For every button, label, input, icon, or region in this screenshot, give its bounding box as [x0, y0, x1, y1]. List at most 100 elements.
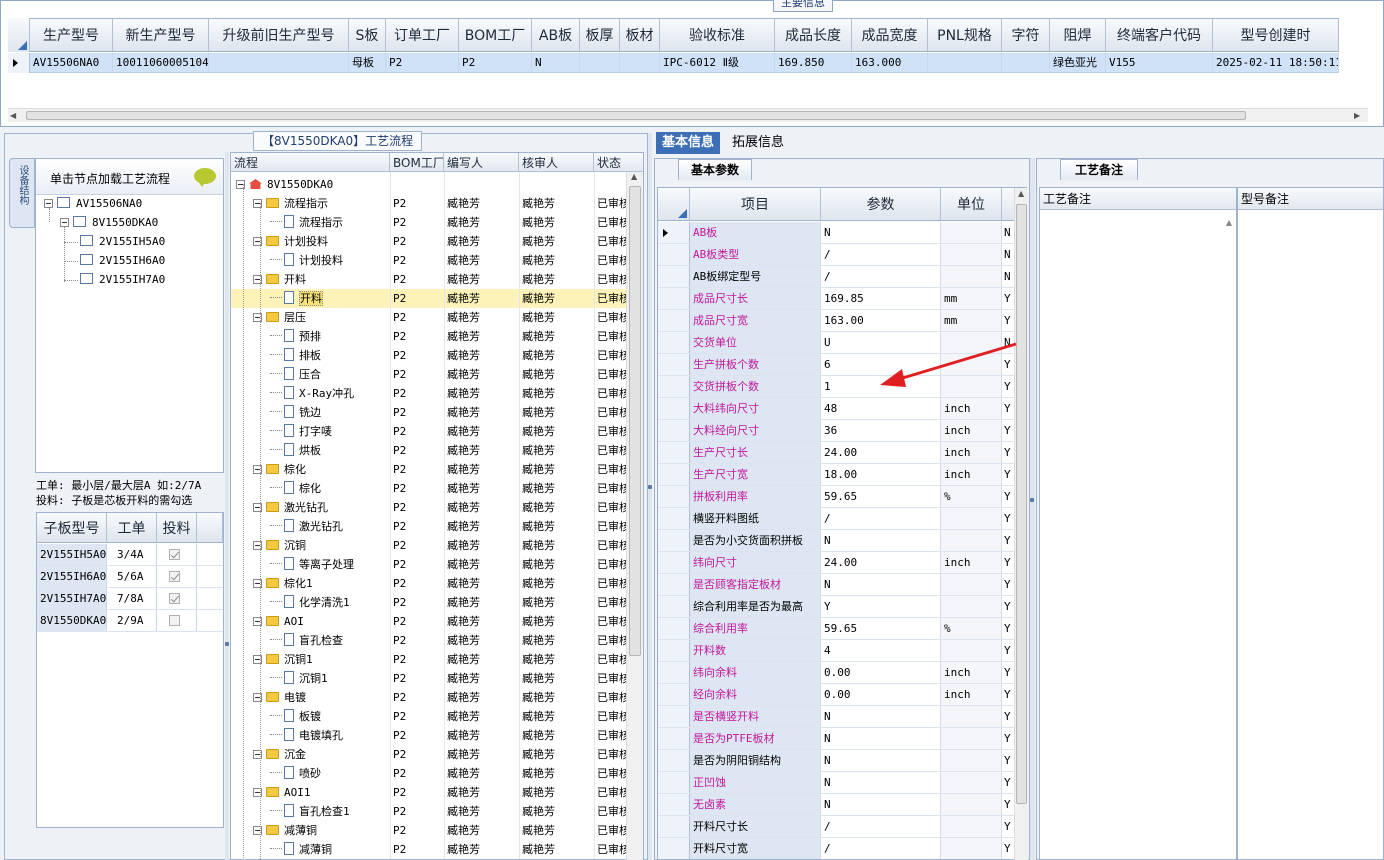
flow-step[interactable]: 减薄铜	[253, 821, 317, 840]
flow-row[interactable]: 电镀填孔 P2 臧艳芳 臧艳芳 已审核	[231, 726, 631, 745]
column-header[interactable]: 订单工厂	[386, 19, 459, 51]
tab-basic-info[interactable]: 基本信息	[656, 132, 721, 154]
param-value[interactable]: 0.00	[821, 662, 941, 683]
cell[interactable]	[620, 53, 660, 72]
param-value[interactable]: 36	[821, 420, 941, 441]
param-value[interactable]: N	[821, 574, 941, 595]
flow-step[interactable]: 激光钻孔	[270, 517, 343, 536]
cell[interactable]: P2	[459, 53, 532, 72]
feed-checkbox[interactable]	[169, 571, 180, 582]
flow-column-header[interactable]: 状态	[594, 153, 643, 171]
param-value[interactable]: 59.65	[821, 486, 941, 507]
feed-checkbox[interactable]	[169, 593, 180, 604]
collapse-icon[interactable]	[44, 199, 53, 208]
param-row[interactable]: 综合利用率是否为最高 Y Y	[658, 596, 1018, 618]
flow-row[interactable]: 棕化1 P2 臧艳芳 臧艳芳 已审核	[231, 574, 631, 593]
flow-step[interactable]: 烘板	[270, 441, 321, 460]
param-value[interactable]: 4	[821, 640, 941, 661]
column-header[interactable]: 阻焊	[1050, 19, 1106, 51]
collapse-icon[interactable]	[60, 218, 69, 227]
flow-column-header[interactable]: 流程	[231, 153, 390, 171]
feed-checkbox[interactable]	[169, 549, 180, 560]
flow-step[interactable]: 计划投料	[253, 232, 328, 251]
param-row[interactable]: 纬向余料 0.00 inch Y	[658, 662, 1018, 684]
vscroll-thumb[interactable]	[629, 186, 641, 656]
cell[interactable]: P2	[386, 53, 459, 72]
param-value[interactable]: 18.00	[821, 464, 941, 485]
param-row[interactable]: 正凹蚀 N Y	[658, 772, 1018, 794]
param-row[interactable]: 开料尺寸长 / Y	[658, 816, 1018, 838]
column-header[interactable]: BOM工厂	[459, 19, 532, 51]
flow-step[interactable]: 盲孔检查1	[270, 802, 350, 821]
column-header[interactable]: 生产型号	[30, 19, 113, 51]
sub-feed[interactable]	[157, 544, 197, 565]
flow-step[interactable]: 打字唛	[270, 422, 332, 441]
flow-row[interactable]: AOI P2 臧艳芳 臧艳芳 已审核	[231, 612, 631, 631]
flow-row[interactable]: 压合 P2 臧艳芳 臧艳芳 已审核	[231, 365, 631, 384]
param-value[interactable]: /	[821, 816, 941, 837]
vscroll-thumb[interactable]	[1016, 204, 1027, 804]
flow-column-header[interactable]: 核审人	[519, 153, 594, 171]
scroll-up-icon[interactable]: ▲	[631, 172, 637, 181]
flow-row[interactable]: X-Ray冲孔 P2 臧艳芳 臧艳芳 已审核	[231, 384, 631, 403]
flow-row[interactable]: 流程指示 P2 臧艳芳 臧艳芳 已审核	[231, 213, 631, 232]
cell[interactable]: 绿色亚光	[1050, 53, 1106, 72]
param-row[interactable]: 是否为小交货面积拼板 N Y	[658, 530, 1018, 552]
cell[interactable]: IPC-6012 Ⅱ级	[660, 53, 775, 72]
column-header[interactable]: PNL规格	[928, 19, 1002, 51]
cell[interactable]	[209, 53, 349, 72]
param-column-header[interactable]: 参数	[821, 188, 941, 220]
flow-row[interactable]: 盲孔检查1 P2 臧艳芳 臧艳芳 已审核	[231, 802, 631, 821]
param-value[interactable]: 24.00	[821, 552, 941, 573]
sub-column-header[interactable]: 工单	[107, 513, 157, 542]
sub-feed[interactable]	[157, 566, 197, 587]
sub-order[interactable]: 5/6A	[107, 566, 157, 587]
param-column-header[interactable]: 单位	[941, 188, 1002, 220]
param-row[interactable]: 无卤素 N Y	[658, 794, 1018, 816]
flow-step[interactable]: 棕化	[270, 479, 321, 498]
flow-row[interactable]: 化学清洗1 P2 臧艳芳 臧艳芳 已审核	[231, 593, 631, 612]
cell[interactable]	[928, 53, 1002, 72]
flow-step[interactable]: 喷砂	[270, 764, 321, 783]
sub-board-row[interactable]: 8V1550DKA0 2/9A	[37, 610, 223, 632]
param-value[interactable]: Y	[821, 596, 941, 617]
param-value[interactable]: 1	[821, 376, 941, 397]
scroll-up-icon[interactable]: ▲	[1226, 218, 1232, 227]
flow-step[interactable]: 开料	[270, 289, 323, 308]
tree-node[interactable]: AV15506NA0	[44, 196, 142, 212]
flow-row[interactable]: 计划投料 P2 臧艳芳 臧艳芳 已审核	[231, 232, 631, 251]
flow-row[interactable]: 开料 P2 臧艳芳 臧艳芳 已审核	[231, 289, 631, 308]
param-value[interactable]: 59.65	[821, 618, 941, 639]
flow-step[interactable]: 沉铜1	[253, 650, 313, 669]
param-value[interactable]: /	[821, 244, 941, 265]
flow-row[interactable]: 等离子处理 P2 臧艳芳 臧艳芳 已审核	[231, 555, 631, 574]
tree-node[interactable]: 8V1550DKA0	[60, 215, 158, 231]
cell[interactable]: 169.850	[775, 53, 852, 72]
param-row[interactable]: 成品尺寸长 169.85 mm Y	[658, 288, 1018, 310]
param-row[interactable]: 开料尺寸宽 / Y	[658, 838, 1018, 859]
param-value[interactable]: 163.00	[821, 310, 941, 331]
param-value[interactable]: N	[821, 706, 941, 727]
param-value[interactable]: /	[821, 838, 941, 859]
param-value[interactable]: 24.00	[821, 442, 941, 463]
flow-step[interactable]: 8V1550DKA0	[236, 175, 333, 194]
flow-step[interactable]: 等离子处理	[270, 555, 354, 574]
sub-order[interactable]: 3/4A	[107, 544, 157, 565]
main-info-row[interactable]: AV15506NA0 10011060005104 母板 P2 P2 N IPC-6012 …	[8, 53, 1339, 73]
column-header[interactable]: 成品宽度	[852, 19, 928, 51]
splitter-grip-icon[interactable]	[648, 485, 652, 489]
params-vscroll[interactable]: ▲	[1014, 188, 1028, 860]
flow-row[interactable]: 沉铜1 P2 臧艳芳 臧艳芳 已审核	[231, 650, 631, 669]
cell[interactable]: 163.000	[852, 53, 928, 72]
flow-vscroll[interactable]: ▲	[626, 172, 643, 860]
param-row[interactable]: 经向余料 0.00 inch Y	[658, 684, 1018, 706]
param-value[interactable]: 169.85	[821, 288, 941, 309]
flow-step[interactable]: 沉铜1	[270, 669, 328, 688]
sub-order[interactable]: 2/9A	[107, 610, 157, 631]
sub-column-header[interactable]: 投料	[157, 513, 197, 542]
column-header[interactable]: 型号创建时	[1213, 19, 1339, 51]
scroll-up-icon[interactable]: ▲	[1018, 189, 1024, 198]
flow-row[interactable]: AOI1 P2 臧艳芳 臧艳芳 已审核	[231, 783, 631, 802]
flow-row[interactable]: 棕化 P2 臧艳芳 臧艳芳 已审核	[231, 479, 631, 498]
tree-node[interactable]: 2V155IH5A0	[80, 234, 165, 250]
